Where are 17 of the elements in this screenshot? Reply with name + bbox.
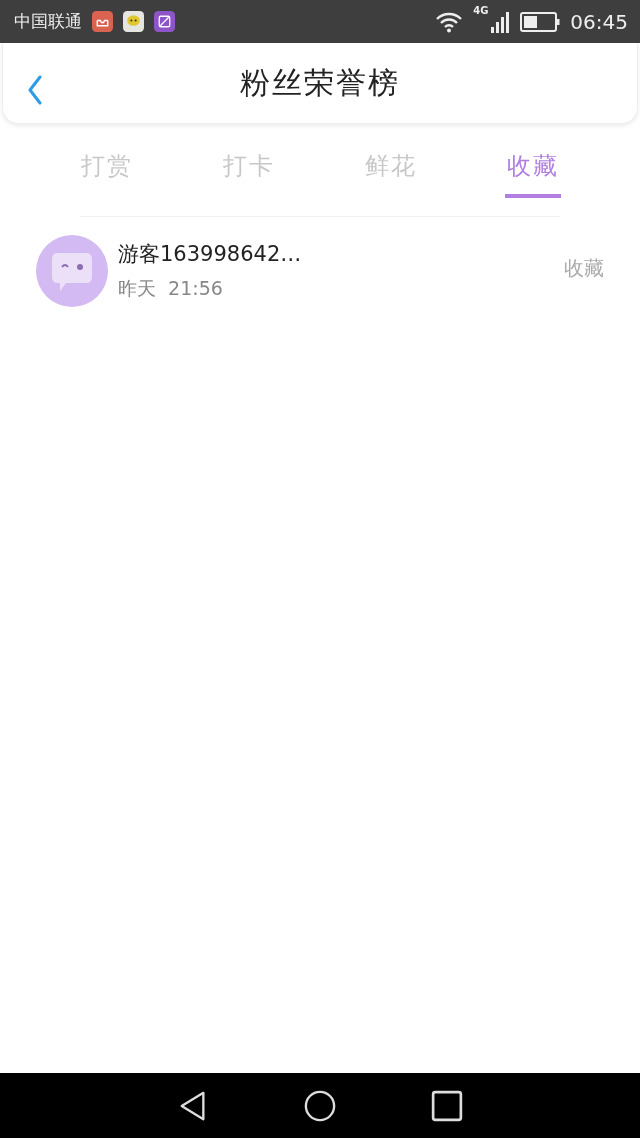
network-type: 4G <box>473 5 489 16</box>
timestamp: 昨天 21:56 <box>118 276 224 301</box>
avatar-icon <box>36 235 108 307</box>
battery-icon <box>520 11 561 32</box>
action-label: 收藏 <box>564 254 604 282</box>
carrier-name: 中国联通 <box>14 10 82 33</box>
recent-apps-icon[interactable] <box>430 1089 463 1122</box>
home-icon[interactable] <box>304 1089 336 1122</box>
user-name: 游客163998642… <box>118 241 303 268</box>
mail-app-icon <box>92 11 113 32</box>
chat-app-icon <box>123 11 144 32</box>
wifi-icon <box>435 10 464 33</box>
tab[interactable]: 收藏 <box>505 146 561 198</box>
page-title: 粉丝荣誉榜 <box>240 63 400 102</box>
gallery-app-icon <box>154 11 175 32</box>
clock: 06:45 <box>570 9 628 34</box>
signal-icon <box>490 10 511 33</box>
